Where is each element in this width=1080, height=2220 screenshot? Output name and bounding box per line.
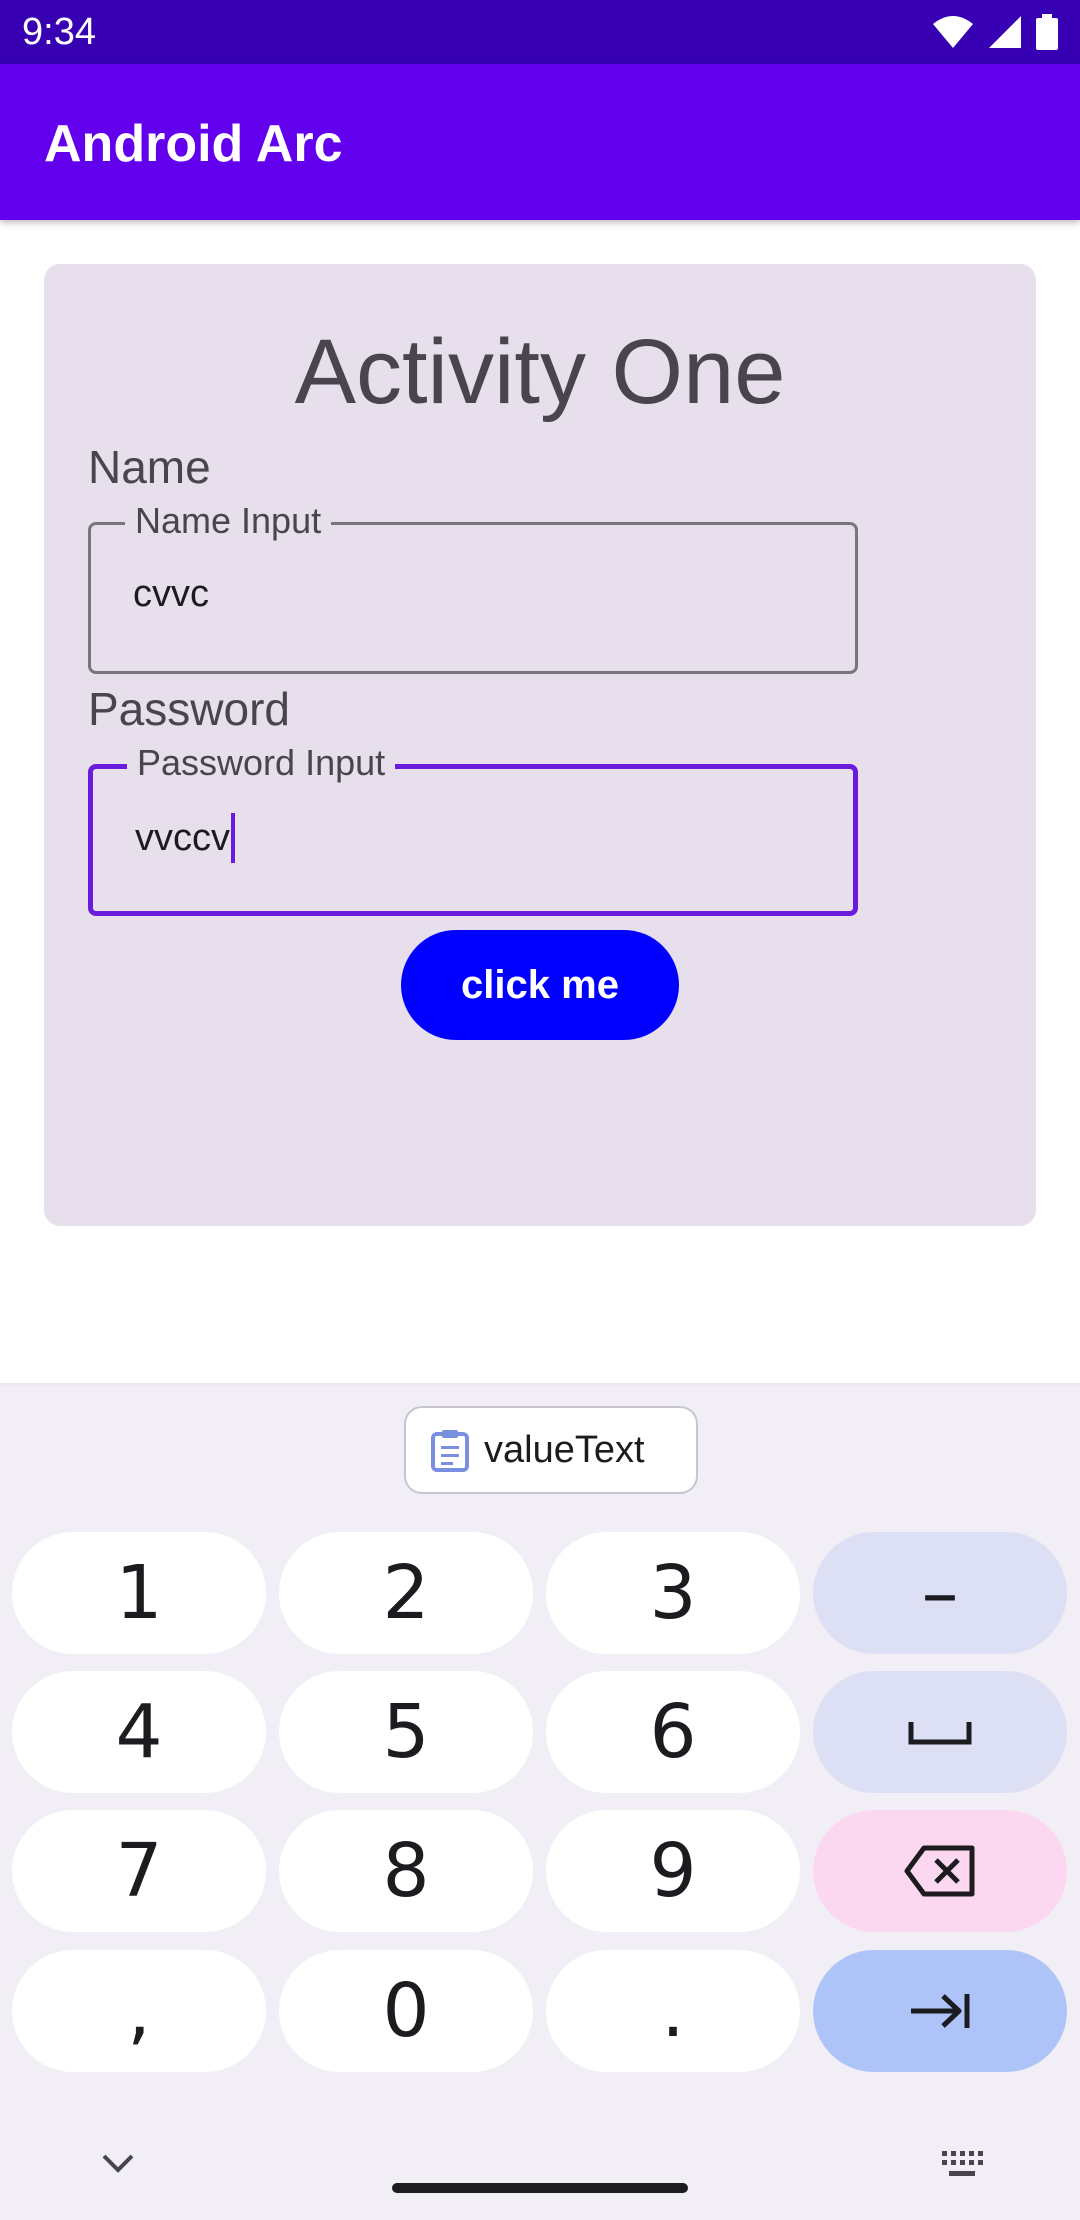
key-1[interactable]: 1 <box>12 1532 266 1654</box>
suggestion-label: valueText <box>484 1428 645 1471</box>
key-9[interactable]: 9 <box>546 1810 800 1932</box>
password-input-legend: Password Input <box>127 741 396 785</box>
wifi-icon <box>933 16 973 48</box>
keyboard-icon[interactable] <box>940 2149 984 2179</box>
form-card: Activity One Name Name Input cvvc Passwo… <box>44 264 1036 1226</box>
navigation-handle[interactable] <box>392 2183 688 2193</box>
password-input-text: vvccv <box>135 817 230 859</box>
password-label: Password <box>88 683 290 735</box>
key-0[interactable]: 0 <box>279 1950 533 2072</box>
key-7[interactable]: 7 <box>12 1810 266 1932</box>
space-icon <box>908 1722 972 1745</box>
name-input-text: cvvc <box>133 573 209 615</box>
text-cursor <box>231 813 235 863</box>
key-comma[interactable]: , <box>12 1950 266 2072</box>
chevron-down-icon[interactable] <box>100 2152 136 2174</box>
battery-icon <box>1036 14 1058 50</box>
password-input[interactable]: Password Input vvccv <box>88 741 858 916</box>
name-input-legend: Name Input <box>125 499 332 543</box>
name-input[interactable]: Name Input cvvc <box>88 499 858 674</box>
name-label: Name <box>88 441 211 493</box>
key-space[interactable] <box>813 1671 1067 1793</box>
app-bar: Android Arc <box>0 64 1080 220</box>
status-time: 9:34 <box>22 11 96 53</box>
numeric-keyboard: valueText 1 2 3 – 4 5 6 7 8 9 , 0 . <box>0 1383 1080 2220</box>
status-icons <box>932 12 1058 52</box>
key-dash[interactable]: – <box>813 1532 1067 1654</box>
name-input-value: cvvc <box>133 571 209 617</box>
key-period[interactable]: . <box>546 1950 800 2072</box>
app-title: Android Arc <box>44 115 343 173</box>
key-2[interactable]: 2 <box>279 1532 533 1654</box>
key-8[interactable]: 8 <box>279 1810 533 1932</box>
page-heading: Activity One <box>294 321 786 423</box>
key-6[interactable]: 6 <box>546 1671 800 1793</box>
key-5[interactable]: 5 <box>279 1671 533 1793</box>
password-input-value: vvccv <box>135 813 235 863</box>
status-bar: 9:34 <box>0 0 1080 64</box>
tab-icon <box>911 1994 970 2028</box>
key-4[interactable]: 4 <box>12 1671 266 1793</box>
key-tab-next[interactable] <box>813 1950 1067 2072</box>
key-3[interactable]: 3 <box>546 1532 800 1654</box>
signal-icon <box>989 16 1021 48</box>
click-me-button[interactable]: click me <box>401 930 679 1040</box>
key-backspace[interactable] <box>813 1810 1067 1932</box>
clipboard-icon <box>431 1430 469 1472</box>
clipboard-suggestion-chip[interactable]: valueText <box>404 1406 698 1494</box>
backspace-icon <box>904 1845 975 1897</box>
